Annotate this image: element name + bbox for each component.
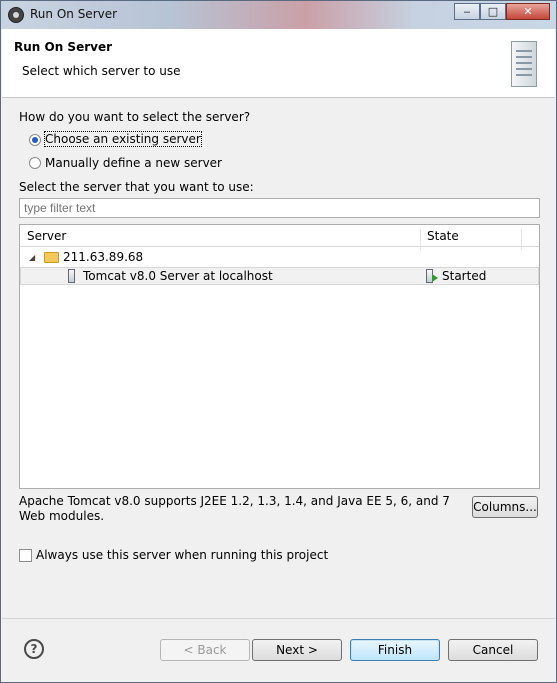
column-divider[interactable] — [521, 229, 522, 250]
manual-server-label[interactable]: Manually define a new server — [45, 156, 222, 170]
run-on-server-dialog: Run On Server ‒ □ ✕ Run On Server Select… — [0, 0, 557, 683]
help-icon[interactable]: ? — [24, 639, 44, 659]
column-server[interactable]: Server — [27, 229, 66, 243]
cancel-button-label: Cancel — [472, 643, 514, 657]
column-divider[interactable] — [420, 229, 421, 250]
always-use-checkbox[interactable] — [19, 549, 32, 562]
server-started-icon — [426, 269, 438, 283]
expand-toggle-icon[interactable]: ◢ — [29, 253, 35, 262]
columns-button-label: Columns... — [473, 500, 537, 514]
existing-server-radio[interactable] — [29, 134, 41, 146]
window-title: Run On Server — [30, 7, 118, 21]
table-row[interactable]: ◢ 211.63.89.68 — [20, 249, 539, 267]
selection-question: How do you want to select the server? — [19, 110, 251, 124]
maximize-button[interactable]: □ — [480, 3, 506, 20]
footer-divider — [2, 618, 555, 619]
back-button-label: < Back — [183, 643, 227, 657]
server-state: Started — [442, 269, 487, 283]
server-icon — [68, 269, 75, 283]
next-button[interactable]: Next > — [252, 639, 342, 661]
server-description: Apache Tomcat v8.0 supports J2EE 1.2, 1.… — [19, 494, 450, 523]
filter-input[interactable] — [19, 198, 540, 218]
cancel-button[interactable]: Cancel — [448, 639, 538, 661]
next-button-label: Next > — [276, 643, 318, 657]
select-server-label: Select the server that you want to use: — [19, 180, 254, 194]
columns-button[interactable]: Columns... — [472, 496, 538, 518]
wizard-header: Run On Server Select which server to use — [2, 29, 555, 98]
server-icon — [511, 41, 537, 87]
folder-open-icon — [44, 252, 59, 263]
always-use-label[interactable]: Always use this server when running this… — [36, 548, 328, 562]
host-name: 211.63.89.68 — [63, 250, 144, 264]
header-subtitle: Select which server to use — [22, 64, 181, 78]
table-row[interactable]: Tomcat v8.0 Server at localhost Started — [20, 267, 539, 285]
eclipse-icon — [8, 7, 24, 23]
existing-server-label[interactable]: Choose an existing server — [44, 131, 202, 147]
header-title: Run On Server — [14, 40, 113, 54]
title-bar[interactable]: Run On Server ‒ □ ✕ — [1, 1, 556, 29]
finish-button[interactable]: Finish — [350, 639, 440, 661]
wizard-body: How do you want to select the server? Ch… — [2, 98, 555, 618]
manual-server-radio[interactable] — [29, 157, 41, 169]
back-button[interactable]: < Back — [160, 639, 250, 661]
minimize-button[interactable]: ‒ — [454, 3, 480, 20]
close-button[interactable]: ✕ — [506, 3, 550, 20]
table-header: Server State — [20, 225, 539, 250]
server-name: Tomcat v8.0 Server at localhost — [83, 269, 273, 283]
column-state[interactable]: State — [427, 229, 459, 243]
server-table[interactable]: Server State ◢ 211.63.89.68 Tomcat v8.0 … — [19, 224, 540, 489]
caption-buttons: ‒ □ ✕ — [454, 3, 550, 21]
finish-button-label: Finish — [377, 643, 413, 657]
